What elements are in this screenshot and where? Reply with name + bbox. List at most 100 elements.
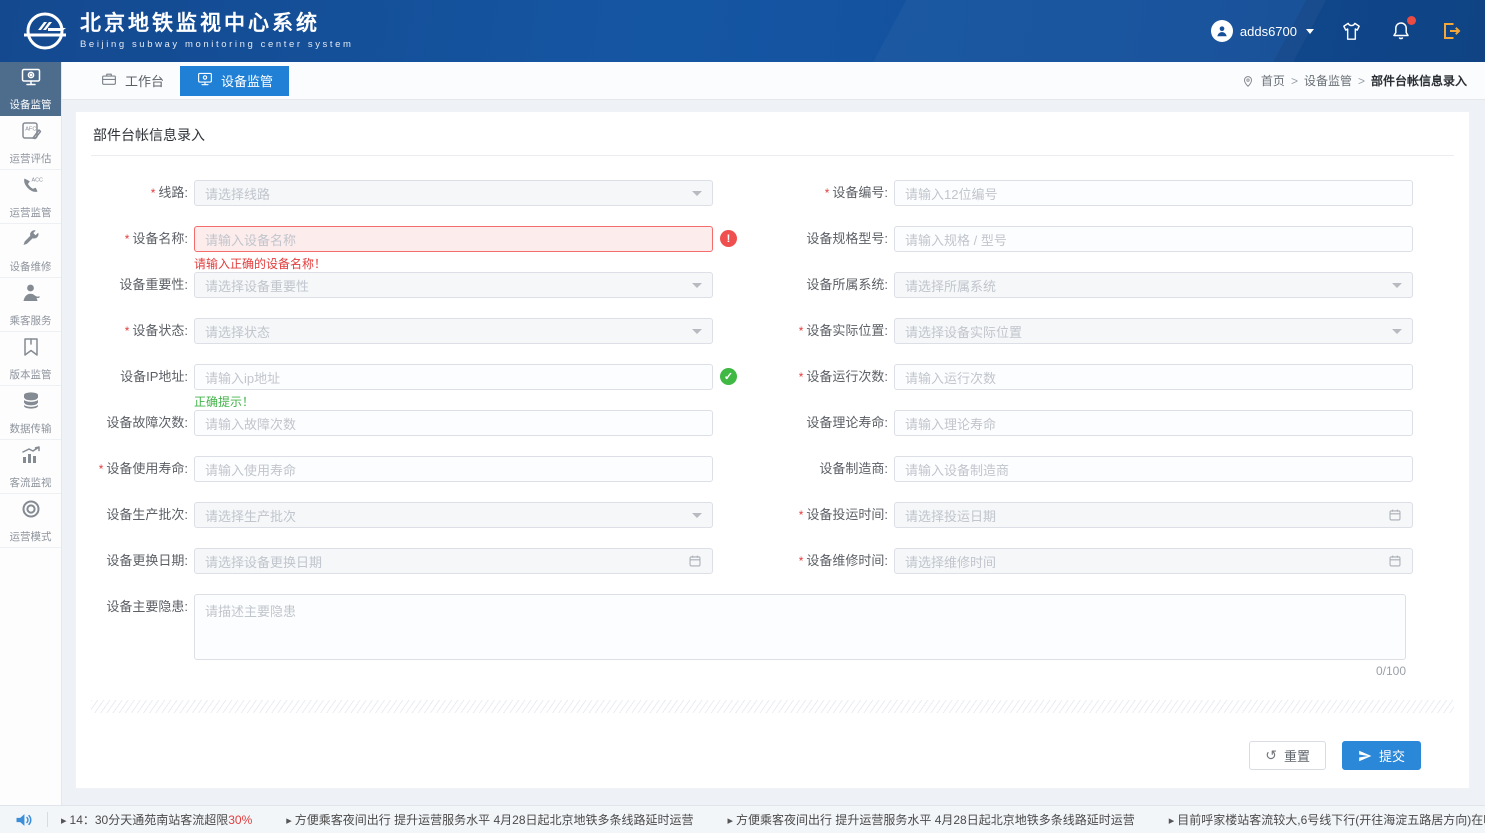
field-placeholder: 请输入运行次数 bbox=[905, 368, 1402, 387]
required-star: * bbox=[151, 186, 156, 200]
form-field: 设备理论寿命:请输入理论寿命 bbox=[732, 410, 1454, 436]
breadcrumb: 首页 > 设备监管 > 部件台帐信息录入 bbox=[1241, 72, 1485, 89]
field-label: 设备更换日期: bbox=[91, 548, 194, 574]
logout-icon bbox=[1439, 19, 1463, 43]
field-input[interactable]: 请输入ip地址 bbox=[194, 364, 713, 390]
form-row: *设备使用寿命:请输入使用寿命设备制造商:请输入设备制造商 bbox=[91, 456, 1454, 482]
breadcrumb-section[interactable]: 设备监管 bbox=[1304, 72, 1352, 89]
user-menu[interactable]: adds6700 bbox=[1211, 20, 1314, 42]
field-input[interactable]: 请输入设备名称 bbox=[194, 226, 713, 252]
chevron-down-icon bbox=[692, 513, 702, 518]
sidebar-item-8[interactable]: 运营模式 bbox=[0, 494, 61, 548]
form-field: *设备投运时间:请选择投运日期 bbox=[732, 502, 1454, 528]
chevron-down-icon bbox=[692, 329, 702, 334]
ticker-item-1[interactable]: ▸方便乘客夜间出行 提升运营服务水平 4月28日起北京地铁多条线路延时运营 bbox=[286, 811, 693, 828]
chevron-down-icon bbox=[1306, 29, 1314, 34]
sidebar-item-label: 乘客服务 bbox=[10, 313, 52, 328]
field-label: 设备IP地址: bbox=[91, 364, 194, 390]
ticker-item-2[interactable]: ▸方便乘客夜间出行 提升运营服务水平 4月28日起北京地铁多条线路延时运营 bbox=[728, 811, 1135, 828]
form-field: 设备规格型号:请输入规格 / 型号 bbox=[732, 226, 1454, 252]
form-row: *设备名称:请输入设备名称!请输入正确的设备名称！设备规格型号:请输入规格 / … bbox=[91, 226, 1454, 252]
field-label: 设备理论寿命: bbox=[732, 410, 894, 436]
speaker-icon bbox=[14, 810, 34, 830]
required-star: * bbox=[799, 370, 804, 384]
theme-shirt-button[interactable] bbox=[1340, 20, 1363, 43]
submit-button[interactable]: 提交 bbox=[1342, 741, 1421, 770]
breadcrumb-home[interactable]: 首页 bbox=[1261, 72, 1285, 89]
field-placeholder: 请输入使用寿命 bbox=[205, 460, 702, 479]
beijing-subway-logo-icon bbox=[22, 8, 68, 54]
field-label: 设备重要性: bbox=[91, 272, 194, 298]
field-input[interactable]: 请输入规格 / 型号 bbox=[894, 226, 1413, 252]
form-field: *设备名称:请输入设备名称!请输入正确的设备名称！ bbox=[91, 226, 732, 252]
page-title: 部件台帐信息录入 bbox=[91, 112, 1454, 156]
field-helper-text: 正确提示！ bbox=[194, 393, 254, 410]
sidebar-item-5[interactable]: 版本监管 bbox=[0, 332, 61, 386]
page-content: 部件台帐信息录入 *线路:请选择线路*设备编号:请输入12位编号*设备名称:请输… bbox=[62, 100, 1485, 805]
field-input[interactable]: 请输入设备制造商 bbox=[894, 456, 1413, 482]
afc-evaluation-icon: AFC bbox=[19, 119, 43, 148]
field-input[interactable]: 请输入故障次数 bbox=[194, 410, 713, 436]
passenger-icon bbox=[19, 281, 43, 310]
field-select[interactable]: 请选择设备实际位置 bbox=[894, 318, 1413, 344]
breadcrumb-current: 部件台帐信息录入 bbox=[1371, 72, 1467, 89]
required-star: * bbox=[799, 324, 804, 338]
calendar-icon bbox=[1388, 508, 1402, 522]
field-date[interactable]: 请选择设备更换日期 bbox=[194, 548, 713, 574]
field-input[interactable]: 请输入使用寿命 bbox=[194, 456, 713, 482]
field-helper-text: 请输入正确的设备名称！ bbox=[194, 255, 326, 272]
field-placeholder: 请输入故障次数 bbox=[205, 414, 702, 433]
field-input[interactable]: 请输入运行次数 bbox=[894, 364, 1413, 390]
field-placeholder: 请选择所属系统 bbox=[905, 276, 1392, 295]
form-field: *设备使用寿命:请输入使用寿命 bbox=[91, 456, 732, 482]
field-select[interactable]: 请选择所属系统 bbox=[894, 272, 1413, 298]
field-label: *设备实际位置: bbox=[732, 318, 894, 344]
tab-1[interactable]: 设备监管 bbox=[180, 66, 289, 96]
field-label: 设备所属系统: bbox=[732, 272, 894, 298]
field-placeholder: 请输入12位编号 bbox=[905, 184, 1402, 203]
ticker-bullet: ▸ bbox=[61, 815, 67, 827]
ticker-item-3[interactable]: ▸目前呼家楼站客流较大,6号线下行(开往海淀五路居方向)在呼家楼站采取部分在呼家… bbox=[1169, 811, 1485, 828]
notifications-button[interactable] bbox=[1389, 19, 1413, 43]
logout-button[interactable] bbox=[1439, 19, 1463, 43]
form-row: 设备IP地址:请输入ip地址✓正确提示！*设备运行次数:请输入运行次数 bbox=[91, 364, 1454, 390]
sidebar-item-0[interactable]: 设备监管 bbox=[0, 62, 61, 116]
tab-0[interactable]: 工作台 bbox=[84, 66, 180, 96]
required-star: * bbox=[799, 554, 804, 568]
form-field: 设备所属系统: 请选择所属系统 bbox=[732, 272, 1454, 298]
briefcase-icon bbox=[100, 70, 118, 91]
field-input[interactable]: 请输入12位编号 bbox=[894, 180, 1413, 206]
required-star: * bbox=[825, 186, 830, 200]
sidebar-item-6[interactable]: 数据传输 bbox=[0, 386, 61, 440]
field-input[interactable]: 请输入理论寿命 bbox=[894, 410, 1413, 436]
field-select[interactable]: 请选择生产批次 bbox=[194, 502, 713, 528]
sidebar-item-4[interactable]: 乘客服务 bbox=[0, 278, 61, 332]
sidebar-item-1[interactable]: AFC运营评估 bbox=[0, 116, 61, 170]
field-select[interactable]: 请选择状态 bbox=[194, 318, 713, 344]
reset-button[interactable]: ↺ 重置 bbox=[1249, 741, 1326, 770]
sidebar-item-3[interactable]: 设备维修 bbox=[0, 224, 61, 278]
field-select[interactable]: 请选择线路 bbox=[194, 180, 713, 206]
ticker-divider bbox=[47, 812, 48, 827]
sidebar-item-label: 版本监管 bbox=[10, 367, 52, 382]
field-label: *设备编号: bbox=[732, 180, 894, 206]
sidebar-item-7[interactable]: 客流监视 bbox=[0, 440, 61, 494]
ticker-bullet: ▸ bbox=[728, 815, 734, 827]
form-field: 设备故障次数: 请输入故障次数 bbox=[91, 410, 732, 436]
field-date[interactable]: 请选择维修时间 bbox=[894, 548, 1413, 574]
field-label: 设备故障次数: bbox=[91, 410, 194, 436]
ticker-item-0[interactable]: ▸14：30分天通苑南站客流超限30% bbox=[61, 811, 252, 828]
form-field: *设备实际位置:请选择设备实际位置 bbox=[732, 318, 1454, 344]
field-select[interactable]: 请选择设备重要性 bbox=[194, 272, 713, 298]
bookmark-icon bbox=[19, 335, 43, 364]
form-row: 设备故障次数: 请输入故障次数 设备理论寿命:请输入理论寿命 bbox=[91, 410, 1454, 436]
field-label: *设备状态: bbox=[91, 318, 194, 344]
sidebar-item-label: 客流监视 bbox=[10, 475, 52, 490]
sidebar-item-label: 运营监管 bbox=[10, 205, 52, 220]
sidebar-item-2[interactable]: ACC运营监管 bbox=[0, 170, 61, 224]
required-star: * bbox=[799, 508, 804, 522]
field-label: 设备规格型号: bbox=[732, 226, 894, 252]
hazard-textarea[interactable]: 请描述主要隐患 bbox=[194, 594, 1406, 660]
chevron-down-icon bbox=[1392, 283, 1402, 288]
field-date[interactable]: 请选择投运日期 bbox=[894, 502, 1413, 528]
